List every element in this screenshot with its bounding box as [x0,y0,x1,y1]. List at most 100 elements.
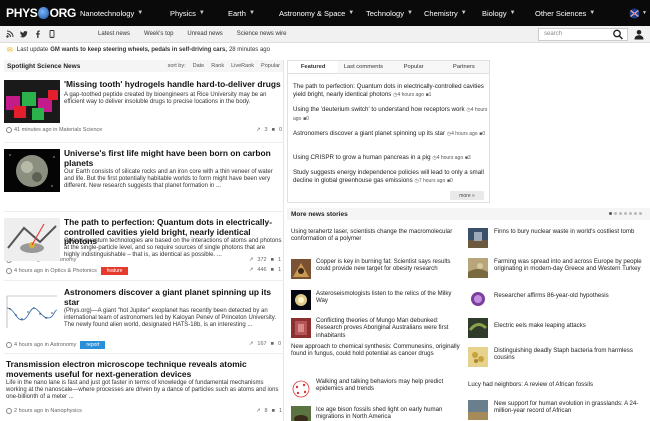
featured-item-count: 0 [306,115,309,122]
subnav-science-news-wire[interactable]: Science news wire [230,31,294,37]
tab-last-comments[interactable]: Last comments [338,61,388,73]
story-item[interactable]: Transmission electron microscope techniq… [4,359,284,420]
carousel-dot[interactable] [609,212,612,215]
update-time: 28 minutes ago [228,46,270,53]
nav-astronomy-space[interactable]: Astronomy & Space ▼ [275,0,362,26]
more-button[interactable]: more » [450,191,484,200]
story-counts: ↗ 167 ■ 0 [249,341,281,347]
more-news-item[interactable]: Asteroseismologists listen to the relics… [316,290,461,305]
story-thumbnail[interactable] [4,80,60,123]
nav-chemistry[interactable]: Chemistry ▼ [420,0,478,26]
subnav-weeks-top[interactable]: Week's top [137,31,180,37]
rss-icon[interactable] [6,30,14,38]
more-news-item[interactable]: Using terahertz laser, scientists change… [291,228,461,243]
story-time: 4 hours ago in Astronomy [14,342,77,348]
comment-count: 1 [278,408,282,414]
featured-item[interactable]: Using CRISPR to grow a human pancreas in… [293,154,488,163]
last-update-bar: ✉ Last update GM wants to keep steering … [0,43,650,56]
sort-popular[interactable]: Popular [261,63,280,69]
nav-biology[interactable]: Biology ▼ [478,0,531,26]
news-thumbnail[interactable] [291,379,311,399]
nav-other-sciences[interactable]: Other Sciences ▼ [531,0,602,26]
story-title[interactable]: 'Missing tooth' hydrogels handle hard-to… [64,79,282,90]
nav-physics[interactable]: Physics ▼ [166,0,224,26]
story-title[interactable]: Universe's first life might have been bo… [64,148,282,168]
more-news-item[interactable]: Finns to bury nuclear waste in world's c… [494,228,644,235]
news-thumbnail[interactable] [468,400,488,420]
news-thumbnail[interactable] [468,318,488,338]
feature-tag[interactable]: feature [100,267,129,275]
clock-icon [6,342,12,348]
twitter-icon[interactable] [20,30,28,38]
divider [4,142,284,143]
featured-item-title: Study suggests energy independence polic… [293,169,484,184]
carousel-dot[interactable] [619,212,622,215]
story-thumbnail[interactable] [4,149,60,192]
more-news-item[interactable]: Copper is key in burning fat: Scientist … [316,258,461,273]
tab-popular[interactable]: Popular [389,61,439,73]
news-thumbnail[interactable] [468,228,488,248]
news-thumbnail[interactable] [291,290,311,310]
sort-rank[interactable]: Rank [211,63,224,69]
featured-item[interactable]: Study suggests energy independence polic… [293,169,488,185]
nav-earth[interactable]: Earth ▼ [224,0,275,26]
facebook-icon[interactable] [34,30,42,38]
news-thumbnail[interactable] [291,318,311,338]
news-thumbnail[interactable] [291,406,311,421]
share-count: 167 [257,341,267,347]
story-thumbnail[interactable] [4,218,60,261]
story-item[interactable]: 'Missing tooth' hydrogels handle hard-to… [4,79,284,138]
story-title[interactable]: Transmission electron microscope techniq… [6,359,282,379]
story-thumbnail[interactable] [4,288,60,331]
more-news-item[interactable]: Distinguishing deadly Staph bacteria fro… [494,347,644,362]
subnav-unread-news[interactable]: Unread news [180,31,229,37]
search-icon[interactable] [612,29,624,40]
update-headline-link[interactable]: GM wants to keep steering wheels, pedals… [50,47,227,53]
sort-date[interactable]: Date [193,63,205,69]
carousel-dot[interactable] [624,212,627,215]
more-news-item[interactable]: Walking and talking behaviors may help p… [316,378,461,393]
carousel-dot[interactable] [634,212,637,215]
clock-icon [6,408,12,414]
more-news-item[interactable]: Farming was spread into and across Europ… [494,258,644,273]
nav-technology[interactable]: Technology ▼ [362,0,420,26]
news-thumbnail[interactable] [468,289,488,309]
featured-item-title: Using the 'deuterium switch' to understa… [293,106,465,113]
tab-featured[interactable]: Featured [288,61,339,73]
more-news-item[interactable]: New approach to chemical synthesis: Comm… [291,343,461,358]
story-item[interactable]: Universe's first life might have been bo… [4,148,284,207]
story-meta: 2 hours ago in Nanophysics [6,408,82,414]
news-thumbnail[interactable] [468,258,488,278]
news-thumbnail[interactable] [468,347,488,367]
user-icon[interactable] [634,29,644,40]
more-news-item[interactable]: Researcher affirms 86-year-old hypothesi… [494,292,644,299]
featured-tabs: Featured Last comments Popular Partners [288,61,489,74]
more-news-header: More news stories [287,208,650,220]
language-switch[interactable]: ▼ [626,0,650,26]
tab-partners[interactable]: Partners [439,61,489,73]
nav-nanotechnology[interactable]: Nanotechnology ▼ [76,0,166,26]
report-tag[interactable]: report [80,341,106,349]
mobile-icon[interactable] [48,30,56,38]
share-count: 8 [264,408,268,414]
comment-count: 1 [277,267,281,273]
featured-item[interactable]: Astronomers discover a giant planet spin… [293,130,488,139]
news-thumbnail[interactable] [291,259,311,279]
divider [4,280,284,281]
more-news-item[interactable]: Ice age bison fossils shed light on earl… [316,406,461,421]
more-news-item[interactable]: New support for human evolution in grass… [494,400,644,415]
comment-icon: ■ [270,341,274,347]
more-news-item[interactable]: Electric eels make leaping attacks [494,322,644,329]
chevron-down-icon: ▼ [509,10,516,16]
carousel-dot[interactable] [614,212,617,215]
more-news-item[interactable]: Conflicting theories of Mungo Man debunk… [316,317,461,339]
story-title[interactable]: Astronomers discover a giant planet spin… [64,287,282,307]
featured-item[interactable]: The path to perfection: Quantum dots in … [293,83,488,99]
carousel-dot[interactable] [629,212,632,215]
more-news-item[interactable]: Lucy had neighbors: A review of African … [468,381,644,388]
site-logo[interactable]: PHYS ORG [0,6,76,20]
featured-item[interactable]: Using the 'deuterium switch' to understa… [293,106,488,123]
subnav-latest-news[interactable]: Latest news [91,31,137,37]
carousel-dot[interactable] [639,212,642,215]
sort-liverank[interactable]: LiveRank [231,63,254,69]
